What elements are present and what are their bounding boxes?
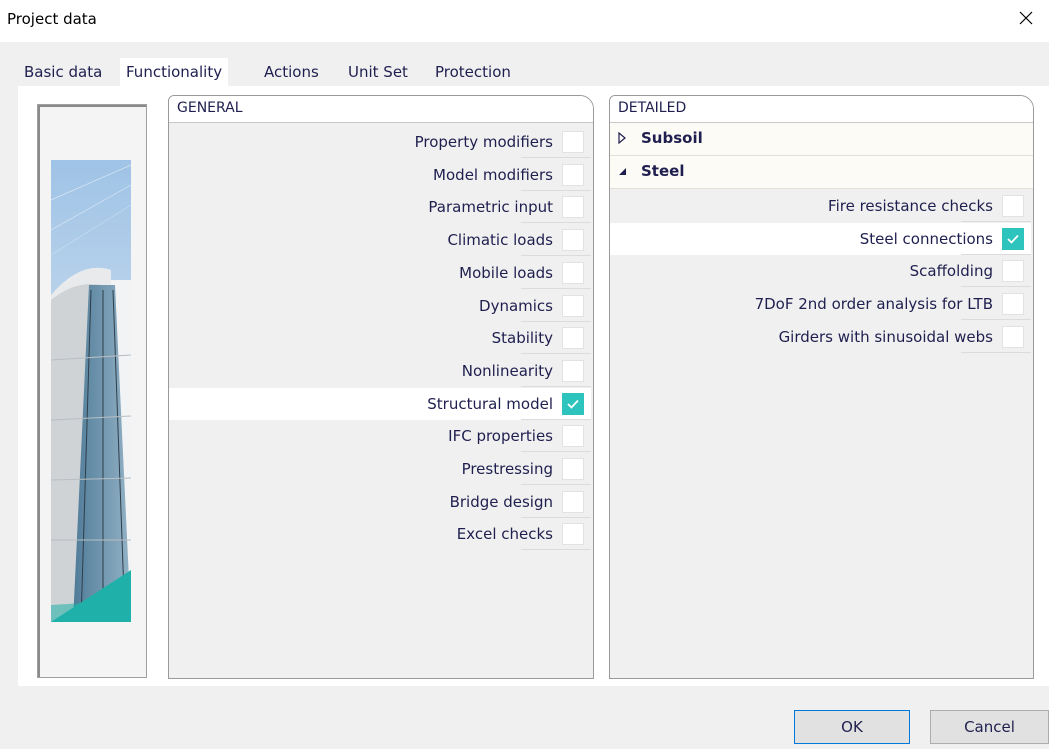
building-image: [51, 160, 131, 622]
option-label: Scaffolding: [909, 262, 993, 281]
ok-button[interactable]: OK: [794, 710, 910, 744]
checkbox[interactable]: [562, 327, 584, 350]
option-label: Climatic loads: [447, 231, 553, 250]
option-label: Parametric input: [428, 198, 553, 217]
checkbox[interactable]: [1002, 325, 1024, 348]
option-row-scaffolding[interactable]: Scaffolding: [610, 255, 1031, 287]
group-subsoil[interactable]: Subsoil: [610, 123, 1033, 156]
tab-actions[interactable]: Actions: [258, 58, 325, 86]
option-label: Mobile loads: [459, 263, 553, 282]
option-row-fire-resistance-checks[interactable]: Fire resistance checks: [610, 190, 1031, 222]
option-row-climatic-loads[interactable]: Climatic loads: [169, 224, 591, 256]
option-label: Prestressing: [461, 460, 553, 478]
detailed-panel: DETAILED Subsoil Steel Fire resistance c…: [609, 95, 1034, 679]
window-title: Project data: [7, 10, 97, 28]
option-label: Structural model: [427, 394, 553, 413]
row-divider: [961, 351, 1031, 353]
option-label: 7DoF 2nd order analysis for LTB: [754, 295, 993, 314]
checkbox[interactable]: [1002, 195, 1024, 217]
checkbox[interactable]: [562, 163, 584, 186]
detailed-header-label: DETAILED: [618, 100, 687, 116]
option-label: Model modifiers: [433, 165, 553, 184]
tab-basic-data[interactable]: Basic data: [18, 58, 108, 86]
checkbox[interactable]: [562, 261, 584, 284]
option-row-excel-checks[interactable]: Excel checks: [169, 518, 591, 550]
option-label: Nonlinearity: [461, 361, 553, 380]
checkbox[interactable]: [562, 490, 584, 513]
option-row-bridge-design[interactable]: Bridge design: [169, 486, 591, 518]
cancel-button[interactable]: Cancel: [930, 710, 1049, 744]
checkbox-checked[interactable]: [562, 392, 584, 415]
checkbox[interactable]: [562, 131, 584, 153]
tab-protection[interactable]: Protection: [429, 58, 517, 86]
group-steel[interactable]: Steel: [610, 156, 1033, 189]
close-button[interactable]: [1003, 0, 1049, 36]
group-steel-label: Steel: [641, 162, 685, 180]
option-row-steel-connections[interactable]: Steel connections: [610, 222, 1031, 255]
option-label: Fire resistance checks: [828, 197, 993, 215]
checkbox[interactable]: [562, 523, 584, 546]
option-row-structural-model[interactable]: Structural model: [169, 387, 591, 420]
option-label: Property modifiers: [414, 133, 553, 151]
option-row-model-modifiers[interactable]: Model modifiers: [169, 159, 591, 191]
checkbox[interactable]: [1002, 260, 1024, 283]
option-row-stability[interactable]: Stability: [169, 322, 591, 354]
checkbox-checked[interactable]: [1002, 227, 1024, 250]
detailed-header: DETAILED: [610, 96, 1033, 123]
checkbox[interactable]: [562, 425, 584, 448]
option-label: Girders with sinusoidal webs: [778, 327, 993, 346]
option-row-girders-with-sinusoidal-webs[interactable]: Girders with sinusoidal webs: [610, 321, 1031, 353]
option-row-ifc-properties[interactable]: IFC properties: [169, 420, 591, 452]
checkmark-icon: [567, 399, 579, 409]
option-row-mobile-loads[interactable]: Mobile loads: [169, 257, 591, 289]
triangle-right-icon[interactable]: [617, 132, 627, 144]
tab-unit-set[interactable]: Unit Set: [342, 58, 414, 86]
option-row-nonlinearity[interactable]: Nonlinearity: [169, 355, 591, 387]
option-row-prestressing[interactable]: Prestressing: [169, 453, 591, 485]
checkbox[interactable]: [562, 229, 584, 252]
option-label: Stability: [491, 329, 553, 348]
tab-functionality[interactable]: Functionality: [120, 58, 229, 88]
option-row-dynamics[interactable]: Dynamics: [169, 290, 591, 322]
checkbox[interactable]: [562, 196, 584, 219]
general-header-label: GENERAL: [177, 100, 243, 116]
option-label: Bridge design: [449, 492, 553, 511]
option-row-property-modifiers[interactable]: Property modifiers: [169, 126, 591, 158]
option-label: Steel connections: [859, 229, 993, 248]
option-row-7dof-2nd-order-analysis-for-ltb[interactable]: 7DoF 2nd order analysis for LTB: [610, 288, 1031, 320]
group-subsoil-label: Subsoil: [641, 129, 703, 147]
close-icon: [1019, 11, 1033, 25]
illustration-frame: [37, 104, 147, 678]
title-bar: Project data: [0, 0, 1049, 42]
row-divider: [521, 549, 591, 551]
general-header: GENERAL: [169, 96, 593, 123]
option-row-parametric-input[interactable]: Parametric input: [169, 191, 591, 223]
option-label: Dynamics: [479, 296, 553, 315]
option-label: IFC properties: [448, 427, 553, 446]
checkbox[interactable]: [1002, 293, 1024, 316]
general-panel: GENERAL Property modifiers Model modifier…: [168, 95, 594, 679]
checkbox[interactable]: [562, 294, 584, 317]
checkmark-icon: [1007, 234, 1019, 244]
option-label: Excel checks: [456, 525, 553, 544]
triangle-down-icon[interactable]: [617, 165, 627, 177]
checkbox[interactable]: [562, 359, 584, 382]
checkbox[interactable]: [562, 458, 584, 480]
